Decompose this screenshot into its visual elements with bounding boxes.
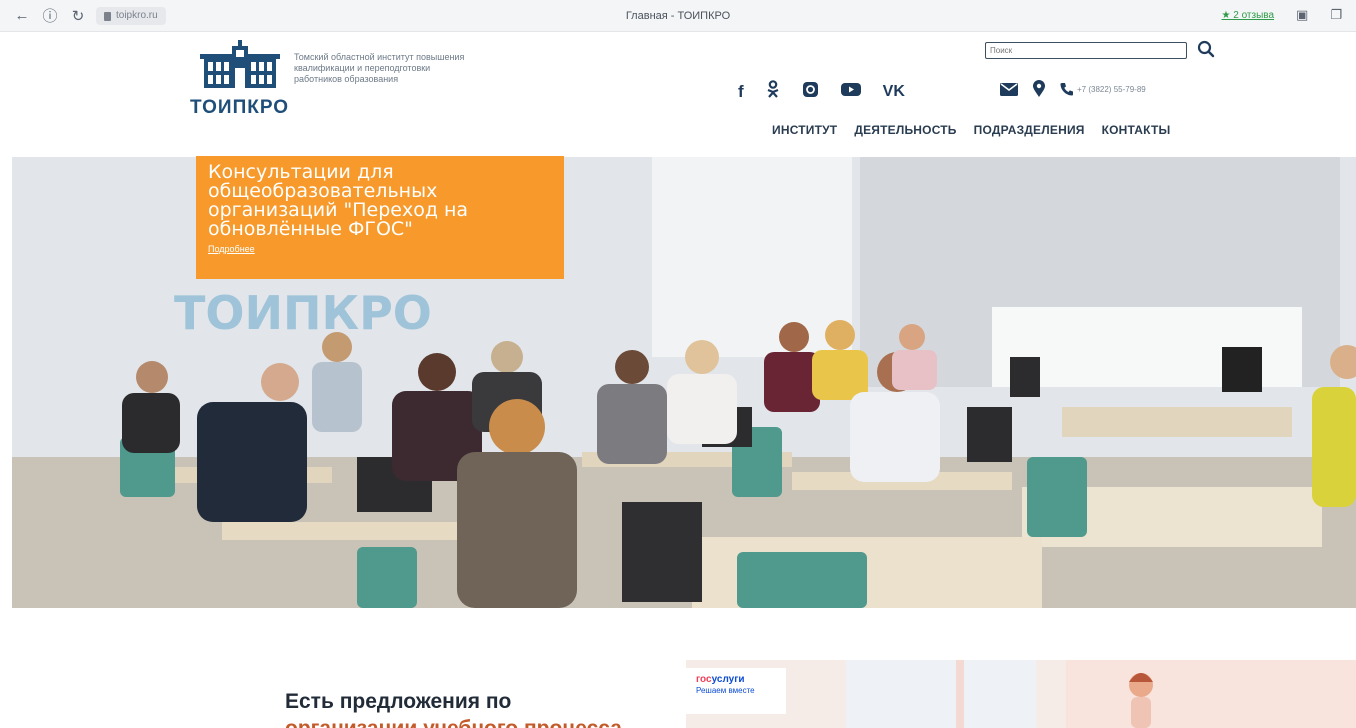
info-icon[interactable]: ⓘ	[36, 2, 64, 30]
main-nav: ИНСТИТУТ ДЕЯТЕЛЬНОСТЬ ПОДРАЗДЕЛЕНИЯ КОНТ…	[772, 123, 1170, 137]
mail-icon[interactable]	[1000, 82, 1018, 96]
nav-item-activity[interactable]: ДЕЯТЕЛЬНОСТЬ	[854, 123, 956, 137]
gosuslugi-illustration	[686, 660, 1356, 728]
gosuslugi-banner[interactable]	[686, 660, 1356, 728]
reload-icon[interactable]: ↻	[64, 2, 92, 30]
nav-item-institute[interactable]: ИНСТИТУТ	[772, 123, 837, 137]
instagram-icon[interactable]	[802, 81, 819, 103]
promo-card[interactable]: Консультации для общеобразовательных орг…	[196, 156, 564, 279]
gosuslugi-logo-part2: услуги	[711, 674, 745, 685]
lock-icon	[104, 12, 111, 21]
wall-sign-text: ТОИПКРО	[174, 286, 432, 340]
back-icon[interactable]: ←	[8, 2, 36, 30]
gosuslugi-logo-part1: гос	[696, 674, 712, 685]
gosuslugi-logo: госуслуги	[696, 674, 776, 685]
browser-toolbar: ← ⓘ ↻ toipkro.ru	[0, 0, 1356, 32]
logo-caption: Томский областной институт повышения ква…	[294, 52, 465, 84]
facebook-icon[interactable]: f	[738, 82, 744, 102]
social-links: f VK	[738, 80, 905, 103]
youtube-icon[interactable]	[840, 82, 861, 102]
contact-links: +7 (3822) 55-79-89	[1000, 80, 1146, 98]
browser-right-controls: ★ 2 отзыва ▣ ❐	[1222, 7, 1343, 23]
building-logo-icon	[200, 40, 280, 88]
address-bar[interactable]: toipkro.ru	[96, 6, 166, 25]
proposal-heading-line2: организации учебного процесса	[285, 717, 622, 728]
url-text: toipkro.ru	[116, 10, 158, 21]
gosuslugi-slogan: Решаем вместе	[696, 686, 755, 695]
logo-text: ТОИПКРО	[190, 97, 290, 118]
phone-number[interactable]: +7 (3822) 55-79-89	[1077, 85, 1146, 94]
reviews-link[interactable]: ★ 2 отзыва	[1222, 10, 1275, 21]
nav-item-contacts[interactable]: КОНТАКТЫ	[1102, 123, 1171, 137]
promo-title: Консультации для общеобразовательных орг…	[208, 161, 469, 240]
gosuslugi-badge[interactable]: госуслуги Решаем вместе	[686, 668, 786, 714]
promo-more-link[interactable]: Подробнее	[208, 244, 255, 254]
phone-icon[interactable]	[1060, 82, 1074, 96]
vk-icon[interactable]: VK	[883, 83, 905, 101]
site-logo[interactable]: ТОИПКРО Томский областной институт повыш…	[190, 40, 474, 119]
search-input[interactable]	[985, 42, 1187, 59]
search-icon[interactable]	[1197, 40, 1215, 58]
location-icon[interactable]	[1032, 80, 1046, 98]
proposal-heading: Есть предложения по	[285, 690, 512, 713]
odnoklassniki-icon[interactable]	[766, 80, 780, 103]
reader-mode-icon[interactable]: ❐	[1330, 7, 1342, 23]
nav-item-departments[interactable]: ПОДРАЗДЕЛЕНИЯ	[974, 123, 1085, 137]
bookmark-icon[interactable]: ▣	[1296, 7, 1308, 23]
